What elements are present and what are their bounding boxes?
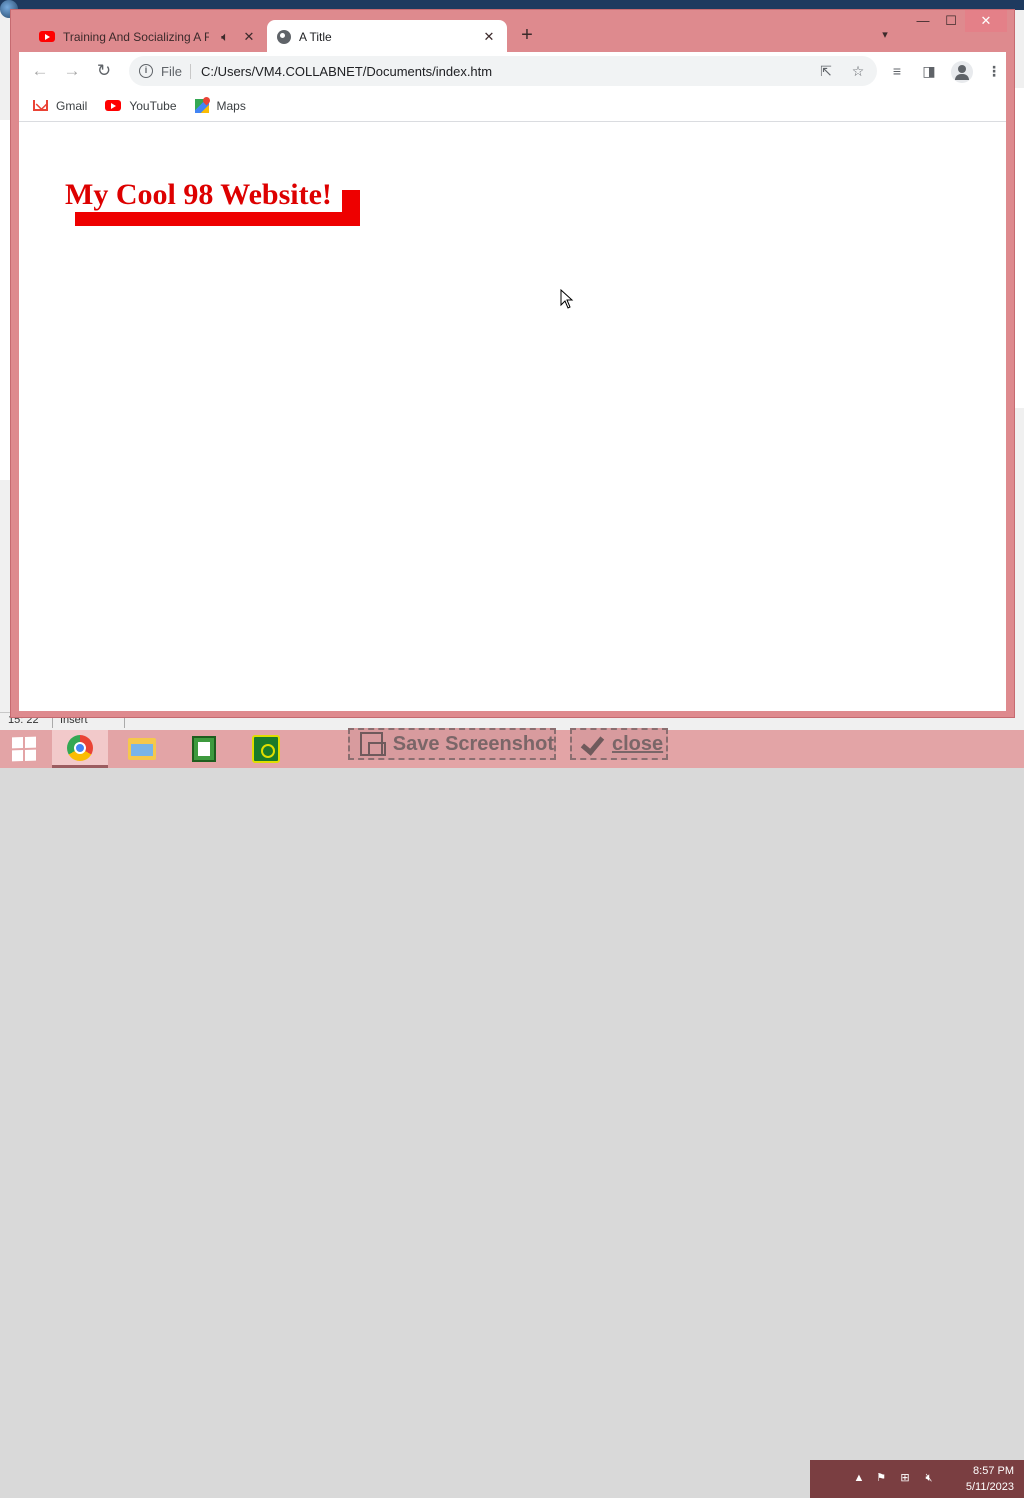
bookmark-youtube[interactable]: YouTube xyxy=(105,98,177,113)
close-icon[interactable]: ✕ xyxy=(481,29,497,45)
taskbar-notepad[interactable] xyxy=(176,730,232,768)
tab-a-title[interactable]: A Title ✕ xyxy=(267,20,507,53)
tab-title: A Title xyxy=(299,29,332,44)
background-app-right-panel xyxy=(1014,88,1024,408)
flag-icon[interactable]: ⚑ xyxy=(874,1471,888,1485)
globe-icon xyxy=(277,29,291,44)
kebab-menu-icon[interactable]: ⋮ xyxy=(984,61,1004,81)
youtube-icon xyxy=(39,31,55,42)
network-icon[interactable]: ⊞ xyxy=(898,1471,912,1485)
side-panel-icon[interactable]: ◨ xyxy=(919,61,939,81)
taskbar-file-explorer[interactable] xyxy=(114,730,170,768)
minimize-button[interactable]: — xyxy=(909,10,937,32)
volume-muted-icon[interactable]: 🔇︎ xyxy=(922,1471,936,1485)
bookmark-label: YouTube xyxy=(129,98,177,113)
page-viewport: My Cool 98 Website! xyxy=(19,122,1006,711)
browser-toolbar: ← → ↻ i File C:/Users/VM4.COLLABNET/Docu… xyxy=(19,52,1006,90)
chevron-down-icon[interactable]: ▾ xyxy=(877,28,893,44)
heading-box: My Cool 98 Website! xyxy=(65,178,342,212)
system-tray: ▲ ⚑ ⊞ 🔇︎ 8:57 PM 5/11/2023 xyxy=(810,1460,1024,1498)
reload-icon[interactable]: ↻ xyxy=(93,60,115,82)
star-icon[interactable]: ☆ xyxy=(849,62,867,80)
maximize-button[interactable]: ☐ xyxy=(937,10,965,32)
window-close-button[interactable]: ✕ xyxy=(965,10,1007,32)
media-control-icon[interactable]: ≡ xyxy=(887,61,907,81)
tab-training-video[interactable]: Training And Socializing A Fe 🔈︎ ✕ xyxy=(29,20,267,53)
page-heading: My Cool 98 Website! xyxy=(65,178,332,211)
taskbar-app[interactable] xyxy=(238,730,294,768)
save-screenshot-icon xyxy=(360,732,386,756)
share-icon[interactable]: ⇱ xyxy=(817,62,835,80)
clock-date: 5/11/2023 xyxy=(965,1481,1014,1493)
gmail-icon xyxy=(33,100,48,111)
speaker-icon[interactable]: 🔈︎ xyxy=(217,29,233,45)
app-icon xyxy=(252,735,280,763)
checkmark-icon xyxy=(582,735,604,753)
taskbar-chrome[interactable] xyxy=(52,730,108,768)
close-button[interactable]: close xyxy=(570,728,668,760)
url-text[interactable]: C:/Users/VM4.COLLABNET/Documents/index.h… xyxy=(201,64,492,79)
chrome-icon xyxy=(67,734,93,761)
tab-title: Training And Socializing A Fe xyxy=(63,29,209,44)
start-button[interactable] xyxy=(0,730,48,768)
clock-time: 8:57 PM xyxy=(973,1465,1014,1477)
youtube-icon xyxy=(105,100,122,111)
bookmark-label: Gmail xyxy=(56,98,88,113)
back-arrow-icon[interactable]: ← xyxy=(29,60,51,82)
bookmark-label: Maps xyxy=(216,98,246,113)
close-label: close xyxy=(612,732,664,755)
notepad-icon xyxy=(192,736,216,762)
clock[interactable]: 8:57 PM 5/11/2023 xyxy=(966,1463,1014,1495)
info-icon[interactable]: i xyxy=(139,64,153,78)
forward-arrow-icon[interactable]: → xyxy=(61,60,83,82)
windows-logo-icon xyxy=(12,736,36,762)
profile-avatar-icon[interactable] xyxy=(951,61,973,83)
close-icon[interactable]: ✕ xyxy=(241,29,257,45)
new-tab-button[interactable]: + xyxy=(517,25,537,46)
tab-strip: Training And Socializing A Fe 🔈︎ ✕ A Tit… xyxy=(11,10,1014,53)
file-explorer-icon xyxy=(128,738,156,760)
save-screenshot-button[interactable]: Save Screenshot xyxy=(348,728,556,760)
maps-icon xyxy=(194,98,209,113)
heading-container: My Cool 98 Website! xyxy=(65,178,360,226)
save-screenshot-label: Save Screenshot xyxy=(392,732,554,755)
bookmark-maps[interactable]: Maps xyxy=(194,98,246,113)
address-bar[interactable]: i File C:/Users/VM4.COLLABNET/Documents/… xyxy=(129,56,877,86)
chevron-up-icon[interactable]: ▲ xyxy=(852,1471,866,1485)
bookmark-gmail[interactable]: Gmail xyxy=(33,99,87,113)
file-scheme-chip: File xyxy=(161,63,191,79)
bookmarks-bar: Gmail YouTube Maps xyxy=(19,90,1006,122)
browser-window: Training And Socializing A Fe 🔈︎ ✕ A Tit… xyxy=(10,9,1015,718)
